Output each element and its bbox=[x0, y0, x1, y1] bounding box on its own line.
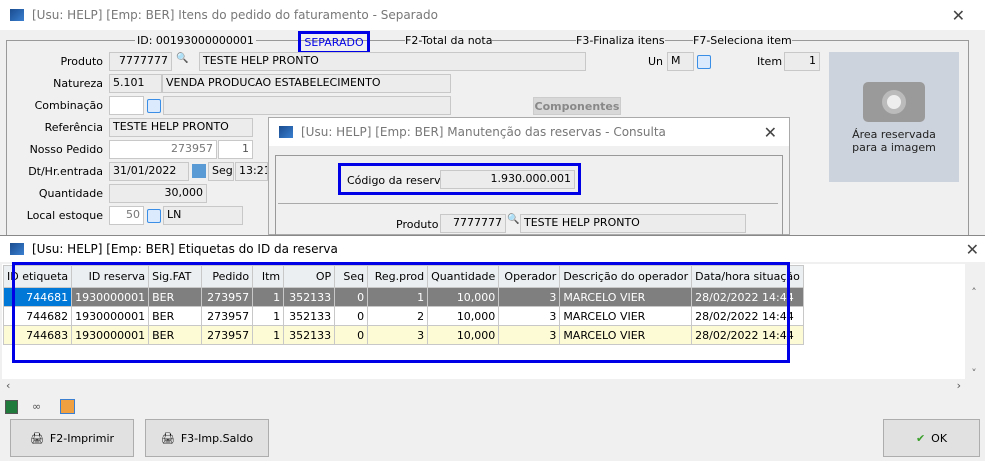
nosso-pedido-field[interactable]: 273957 bbox=[109, 140, 217, 159]
scroll-right-icon[interactable]: › bbox=[957, 379, 961, 395]
etiquetas-dialog-titlebar: [Usu: HELP] [Emp: BER] Etiquetas do ID d… bbox=[0, 236, 985, 262]
table-highlight bbox=[12, 262, 790, 363]
quantidade-field: 30,000 bbox=[109, 184, 207, 203]
camera-icon bbox=[863, 82, 925, 122]
item-label: Item bbox=[757, 55, 783, 68]
reserva-dialog: [Usu: HELP] [Emp: BER] Manutenção das re… bbox=[268, 117, 790, 240]
search-dropdown-icon[interactable]: 🔍 bbox=[507, 214, 519, 225]
scroll-left-icon[interactable]: ‹ bbox=[6, 379, 10, 395]
reserva-dialog-title: [Usu: HELP] [Emp: BER] Manutenção das re… bbox=[301, 125, 666, 139]
local-estoque-field[interactable]: 50 bbox=[109, 206, 144, 225]
produto-code-field[interactable]: 7777777 bbox=[109, 52, 172, 71]
dt-entrada-label: Dt/Hr.entrada bbox=[28, 165, 103, 178]
imprimir-label: F2-Imprimir bbox=[49, 431, 115, 445]
status-badge: SEPARADO bbox=[298, 31, 370, 54]
app-icon bbox=[10, 243, 24, 255]
combinacao-desc-field bbox=[163, 96, 451, 115]
produto-label: Produto bbox=[60, 55, 103, 68]
referencia-label: Referência bbox=[44, 121, 103, 134]
calendar-table-icon[interactable] bbox=[60, 399, 75, 414]
produto-code-field[interactable]: 7777777 bbox=[440, 214, 506, 233]
vertical-scrollbar[interactable]: ˄ ˅ bbox=[965, 264, 983, 380]
natureza-label: Natureza bbox=[53, 77, 103, 90]
produto-desc-field: TESTE HELP PRONTO bbox=[520, 214, 746, 233]
nosso-pedido-item-field[interactable]: 1 bbox=[218, 140, 253, 159]
imp-saldo-label: F3-Imp.Saldo bbox=[180, 431, 254, 445]
app-icon bbox=[10, 9, 24, 21]
componentes-button[interactable]: Componentes bbox=[533, 97, 621, 115]
dt-entrada-field[interactable]: 31/01/2022 bbox=[109, 162, 189, 181]
f7-seleciona-item[interactable]: F7-Seleciona item bbox=[693, 34, 792, 47]
codigo-reserva-field[interactable]: 1.930.000.001 bbox=[440, 170, 575, 189]
dt-time-field[interactable]: 13:21: bbox=[235, 162, 268, 181]
referencia-field: TESTE HELP PRONTO bbox=[109, 118, 253, 137]
etiquetas-dialog-title: [Usu: HELP] [Emp: BER] Etiquetas do ID d… bbox=[32, 242, 338, 256]
close-icon[interactable]: ✕ bbox=[764, 123, 777, 142]
close-icon[interactable]: ✕ bbox=[966, 240, 979, 259]
produto-label: Produto bbox=[396, 218, 439, 231]
search-icon[interactable] bbox=[697, 55, 711, 69]
search-dropdown-icon[interactable]: 🔍 bbox=[176, 53, 188, 64]
item-field[interactable]: 1 bbox=[784, 52, 820, 71]
checkmark-icon: ✔ bbox=[915, 431, 926, 445]
local-estoque-desc: LN bbox=[163, 206, 243, 225]
image-area-text: Área reservada para a imagem bbox=[852, 128, 936, 154]
binoculars-icon[interactable]: ∞ bbox=[32, 400, 41, 413]
produto-desc-field: TESTE HELP PRONTO bbox=[199, 52, 586, 71]
f2-total-nota[interactable]: F2-Total da nota bbox=[405, 34, 493, 47]
calendar-icon[interactable] bbox=[192, 164, 206, 178]
imprimir-button[interactable]: 🖨 F2-Imprimir bbox=[10, 419, 134, 457]
app-icon bbox=[279, 126, 293, 138]
un-field[interactable]: M bbox=[667, 52, 694, 71]
ok-button[interactable]: ✔ OK bbox=[883, 419, 980, 457]
main-window-titlebar: [Usu: HELP] [Emp: BER] Itens do pedido d… bbox=[0, 0, 985, 30]
horizontal-scrollbar[interactable]: ‹ › bbox=[2, 379, 965, 395]
close-icon[interactable]: ✕ bbox=[952, 6, 965, 25]
ok-label: OK bbox=[931, 431, 948, 445]
local-estoque-label: Local estoque bbox=[26, 209, 103, 222]
combinacao-field[interactable] bbox=[109, 96, 144, 115]
printer-icon: 🖨 bbox=[29, 431, 44, 445]
main-window-title: [Usu: HELP] [Emp: BER] Itens do pedido d… bbox=[32, 8, 438, 22]
combinacao-label: Combinação bbox=[34, 99, 103, 112]
un-label: Un bbox=[648, 55, 664, 68]
dt-day-field: Seg bbox=[208, 162, 234, 181]
nosso-pedido-label: Nosso Pedido bbox=[29, 143, 103, 156]
id-label: ID: 00193000000001 bbox=[135, 34, 256, 47]
codigo-reserva-label: Código da reserva bbox=[347, 174, 448, 187]
search-icon[interactable] bbox=[147, 209, 161, 223]
natureza-code-field[interactable]: 5.101 bbox=[109, 74, 162, 93]
reserva-dialog-titlebar: [Usu: HELP] [Emp: BER] Manutenção das re… bbox=[269, 118, 789, 146]
f3-finaliza-itens[interactable]: F3-Finaliza itens bbox=[576, 34, 665, 47]
natureza-desc-field: VENDA PRODUCAO ESTABELECIMENTO bbox=[162, 74, 451, 93]
search-icon[interactable] bbox=[147, 99, 161, 113]
divider bbox=[278, 203, 778, 204]
quantidade-label: Quantidade bbox=[38, 187, 103, 200]
imp-saldo-button[interactable]: 🖨 F3-Imp.Saldo bbox=[145, 419, 269, 457]
printer-icon: 🖨 bbox=[160, 431, 175, 445]
excel-icon[interactable] bbox=[5, 400, 18, 414]
image-area: Área reservada para a imagem bbox=[829, 52, 959, 182]
